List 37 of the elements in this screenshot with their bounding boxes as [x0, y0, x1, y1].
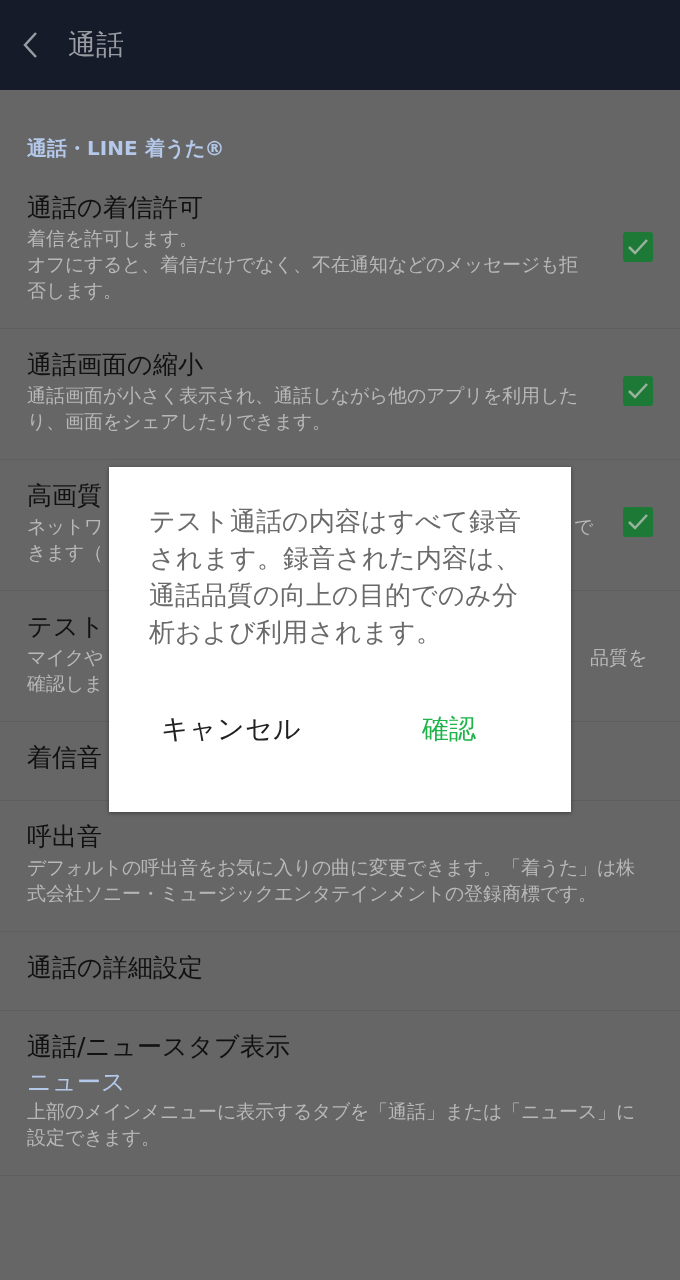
description-fragment: 品質を: [590, 645, 647, 671]
setting-description: 上部のメインメニューに表示するタブを「通話」または「ニュース」に設定できます。: [27, 1099, 636, 1151]
check-icon: [627, 382, 649, 400]
setting-description: 通話画面が小さく表示され、通話しながら他のアプリを利用したり、画面をシェアしたりできます。: [27, 383, 579, 435]
back-button[interactable]: [22, 31, 38, 59]
setting-value: ニュース: [27, 1067, 126, 1098]
setting-title: 通話の詳細設定: [27, 952, 203, 984]
setting-title: 通話画面の縮小: [27, 349, 203, 381]
chevron-left-icon: [22, 31, 38, 59]
description-fragment: ネットワ: [27, 514, 103, 540]
setting-title: 高画質: [27, 480, 102, 512]
setting-title: 通話の着信許可: [27, 192, 203, 224]
checkbox[interactable]: [623, 507, 653, 537]
settings-row[interactable]: 通話/ニュースタブ表示 ニュース 上部のメインメニューに表示するタブを「通話」または「ニュース」に設定できます。: [0, 1011, 680, 1176]
setting-description: オフにすると、着信だけでなく、不在通知などのメッセージも拒否します。: [27, 252, 579, 304]
settings-row[interactable]: 通話の着信許可 着信を許可します。 オフにすると、着信だけでなく、不在通知などのメッセージも拒否します。: [0, 172, 680, 329]
settings-row[interactable]: 通話の詳細設定: [0, 932, 680, 1011]
confirm-button[interactable]: 確認: [422, 707, 476, 751]
setting-title: 着信音: [27, 742, 102, 774]
description-fragment: きます（: [27, 540, 103, 566]
check-icon: [627, 238, 649, 256]
screen-title: 通話: [68, 27, 124, 63]
description-fragment: 確認しま: [27, 671, 103, 697]
setting-description: デフォルトの呼出音をお気に入りの曲に変更できます。「着うた」は株式会社ソニー・ミュージックエンタテインメントの登録商標です。: [27, 855, 636, 907]
setting-title: 通話/ニュースタブ表示: [27, 1031, 291, 1063]
setting-description: 着信を許可します。: [27, 226, 199, 252]
description-fragment: マイクや: [27, 645, 103, 671]
description-fragment: で: [574, 514, 593, 540]
checkbox[interactable]: [623, 232, 653, 262]
cancel-button[interactable]: キャンセル: [161, 707, 301, 751]
setting-title: 呼出音: [27, 821, 102, 853]
section-heading: 通話・LINE 着うた®: [26, 135, 226, 162]
checkbox[interactable]: [623, 376, 653, 406]
settings-row[interactable]: 通話画面の縮小 通話画面が小さく表示され、通話しながら他のアプリを利用したり、画面をシェアしたりできます。: [0, 329, 680, 460]
setting-title: テスト: [27, 611, 105, 643]
check-icon: [627, 513, 649, 531]
dialog-message: テスト通話の内容はすべて録音されます。録音された内容は、通話品質の向上の目的でのみ分析および利用されます。: [149, 505, 522, 649]
